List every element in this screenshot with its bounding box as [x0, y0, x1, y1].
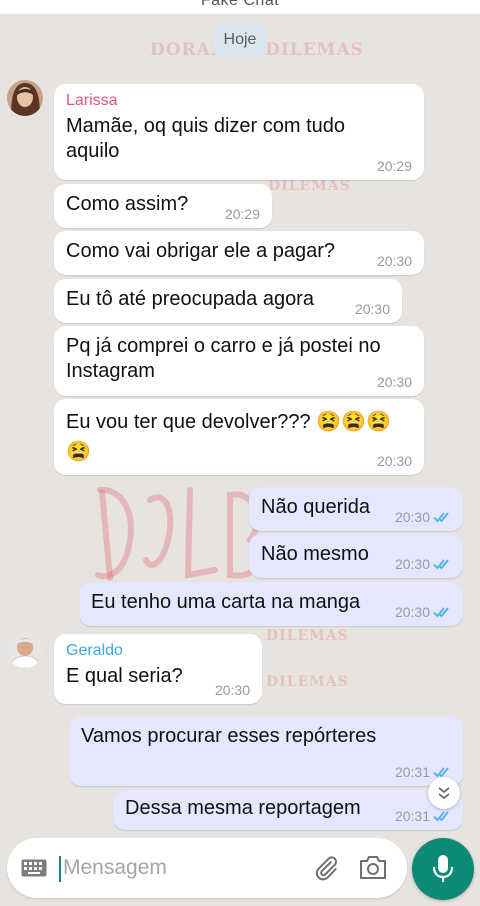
voice-record-button[interactable] — [412, 838, 474, 900]
message-bubble-outgoing[interactable]: Eu tenho uma carta na manga 20:30 — [79, 582, 463, 626]
message-bubble-outgoing[interactable]: Vamos procurar esses repórteres 20:31 — [69, 716, 463, 786]
message-time: 20:29 — [376, 158, 412, 174]
app-title-bar: Fake Chat — [0, 0, 480, 14]
message-text: Vamos procurar esses repórteres — [81, 725, 377, 747]
message-time: 20:30 — [376, 374, 412, 390]
message-meta: 20:30 — [395, 556, 451, 572]
message-text: Eu tô até preocupada agora — [66, 288, 314, 310]
watermark-logo — [95, 486, 262, 581]
double-check-icon — [433, 607, 449, 618]
text-caret — [59, 856, 61, 882]
message-input[interactable] — [63, 853, 293, 883]
message-time: 20:29 — [224, 206, 260, 222]
message-meta: 20:31 — [395, 808, 451, 824]
date-divider: Hoje — [213, 24, 267, 56]
message-bubble-outgoing[interactable]: Não querida 20:30 — [249, 487, 463, 531]
watermark-text: DILEMAS — [266, 674, 349, 690]
message-time: 20:31 — [394, 808, 430, 824]
message-time: 20:30 — [354, 301, 390, 317]
sender-name: Larissa — [66, 92, 118, 109]
message-time: 20:30 — [394, 556, 430, 572]
message-bubble-incoming[interactable]: Geraldo E qual seria? 20:30 — [54, 634, 262, 704]
message-time: 20:31 — [394, 764, 430, 780]
message-bubble-outgoing[interactable]: Não mesmo 20:30 — [249, 534, 463, 578]
message-text: Como vai obrigar ele a pagar? — [66, 240, 336, 262]
double-check-icon — [433, 811, 449, 822]
message-bubble-incoming[interactable]: Eu vou ter que devolver??? 😫😫😫 😫 20:30 — [54, 399, 424, 475]
message-text: Eu vou ter que devolver??? 😫😫😫 😫 — [66, 411, 391, 463]
message-bubble-incoming[interactable]: Como assim? 20:29 — [54, 184, 272, 228]
message-bubble-incoming[interactable]: Como vai obrigar ele a pagar? 20:30 — [54, 231, 424, 275]
sender-name: Geraldo — [66, 642, 123, 659]
double-check-icon — [433, 559, 449, 570]
scroll-to-bottom-button[interactable] — [428, 777, 460, 809]
microphone-icon — [432, 855, 454, 882]
app-title: Fake Chat — [200, 0, 280, 9]
message-time: 20:30 — [214, 682, 250, 698]
watermark-text: DILEMAS — [268, 178, 351, 194]
keyboard-icon[interactable] — [21, 859, 47, 877]
message-bubble-incoming[interactable]: Larissa Mamãe, oq quis dizer com tudo aq… — [54, 84, 424, 180]
message-composer — [7, 838, 407, 898]
double-chevron-down-icon — [438, 787, 450, 800]
watermark-text: DILEMAS — [266, 628, 349, 644]
message-text: Mamãe, oq quis dizer com tudo aquilo — [66, 115, 346, 162]
message-time: 20:30 — [376, 253, 412, 269]
message-meta: 20:30 — [395, 604, 451, 620]
message-time: 20:30 — [394, 604, 430, 620]
message-text: Pq já comprei o carro e já postei no Ins… — [66, 335, 381, 382]
double-check-icon — [433, 512, 449, 523]
message-bubble-incoming[interactable]: Pq já comprei o carro e já postei no Ins… — [54, 326, 424, 396]
message-time: 20:30 — [376, 453, 412, 469]
camera-icon[interactable] — [359, 854, 387, 880]
paperclip-icon[interactable] — [313, 854, 339, 882]
message-time: 20:30 — [394, 509, 430, 525]
message-meta: 20:30 — [395, 509, 451, 525]
contact-avatar[interactable] — [7, 80, 43, 116]
message-bubble-incoming[interactable]: Eu tô até preocupada agora 20:30 — [54, 279, 402, 323]
message-bubble-outgoing[interactable]: Dessa mesma reportagem 20:31 — [113, 790, 463, 830]
contact-avatar[interactable] — [7, 632, 43, 668]
